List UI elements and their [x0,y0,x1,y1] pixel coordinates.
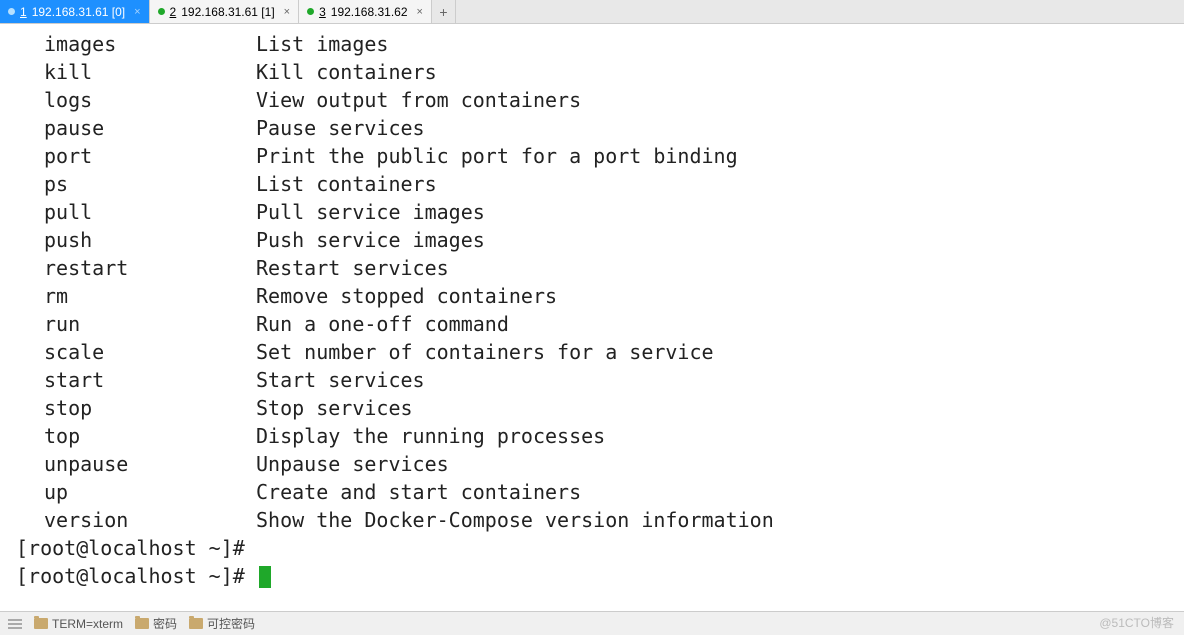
command-name: stop [16,394,256,422]
command-help-line: rmRemove stopped containers [16,282,1184,310]
command-description: Kill containers [256,60,437,84]
command-name: ps [16,170,256,198]
tab-label: 192.168.31.61 [1] [181,5,274,19]
cursor-icon [259,566,271,588]
command-description: Run a one-off command [256,312,509,336]
command-description: Pause services [256,116,425,140]
command-name: up [16,478,256,506]
tab-label: 192.168.31.61 [0] [32,5,125,19]
command-name: port [16,142,256,170]
command-description: Print the public port for a port binding [256,144,738,168]
tab-label: 192.168.31.62 [331,5,408,19]
command-name: scale [16,338,256,366]
command-description: Display the running processes [256,424,605,448]
command-name: push [16,226,256,254]
status-ctrl-password-label: 可控密码 [207,615,255,632]
folder-icon [135,618,149,629]
command-description: List images [256,32,388,56]
close-icon[interactable]: × [417,6,423,18]
command-description: Set number of containers for a service [256,340,714,364]
status-ctrl-password[interactable]: 可控密码 [189,615,255,632]
command-name: images [16,30,256,58]
status-dot-icon [307,8,314,15]
status-password-label: 密码 [153,615,177,632]
command-name: kill [16,58,256,86]
status-term-label: TERM=xterm [52,617,123,631]
command-description: Create and start containers [256,480,581,504]
command-help-line: unpauseUnpause services [16,450,1184,478]
add-tab-button[interactable]: + [432,0,456,23]
tab-number: 3 [319,5,326,19]
command-help-line: portPrint the public port for a port bin… [16,142,1184,170]
close-icon[interactable]: × [284,6,290,18]
command-help-line: logsView output from containers [16,86,1184,114]
prompt-line-cursor: [root@localhost ~]# [16,562,1184,590]
command-description: Start services [256,368,425,392]
command-help-line: scaleSet number of containers for a serv… [16,338,1184,366]
tab-1[interactable]: 1 192.168.31.61 [0] × [0,0,150,23]
command-help-line: startStart services [16,366,1184,394]
command-name: unpause [16,450,256,478]
menu-icon[interactable] [8,619,22,629]
command-help-line: runRun a one-off command [16,310,1184,338]
command-name: top [16,422,256,450]
command-description: Remove stopped containers [256,284,557,308]
command-name: run [16,310,256,338]
command-name: pause [16,114,256,142]
command-help-line: versionShow the Docker-Compose version i… [16,506,1184,534]
status-term[interactable]: TERM=xterm [34,617,123,631]
status-password[interactable]: 密码 [135,615,177,632]
command-description: Show the Docker-Compose version informat… [256,508,774,532]
prompt-line: [root@localhost ~]# [16,534,1184,562]
watermark: @51CTO博客 [1099,614,1174,631]
command-help-line: killKill containers [16,58,1184,86]
tab-2[interactable]: 2 192.168.31.61 [1] × [150,0,300,23]
status-dot-icon [158,8,165,15]
tab-3[interactable]: 3 192.168.31.62 × [299,0,432,23]
command-description: Push service images [256,228,485,252]
command-help-line: upCreate and start containers [16,478,1184,506]
command-help-line: psList containers [16,170,1184,198]
command-description: Stop services [256,396,413,420]
command-name: logs [16,86,256,114]
tab-number: 1 [20,5,27,19]
command-name: start [16,366,256,394]
terminal-output[interactable]: imagesList imageskillKill containerslogs… [0,24,1184,611]
command-description: View output from containers [256,88,581,112]
status-bar: TERM=xterm 密码 可控密码 [0,611,1184,635]
command-name: pull [16,198,256,226]
status-dot-icon [8,8,15,15]
command-help-line: pausePause services [16,114,1184,142]
tab-number: 2 [170,5,177,19]
command-help-line: pullPull service images [16,198,1184,226]
command-name: rm [16,282,256,310]
tabs-bar: 1 192.168.31.61 [0] × 2 192.168.31.61 [1… [0,0,1184,24]
command-description: List containers [256,172,437,196]
command-description: Unpause services [256,452,449,476]
command-help-line: topDisplay the running processes [16,422,1184,450]
folder-icon [189,618,203,629]
folder-icon [34,618,48,629]
command-help-line: stopStop services [16,394,1184,422]
command-name: restart [16,254,256,282]
command-help-line: restartRestart services [16,254,1184,282]
command-name: version [16,506,256,534]
command-description: Restart services [256,256,449,280]
command-help-line: imagesList images [16,30,1184,58]
command-description: Pull service images [256,200,485,224]
command-help-line: pushPush service images [16,226,1184,254]
close-icon[interactable]: × [134,6,140,18]
